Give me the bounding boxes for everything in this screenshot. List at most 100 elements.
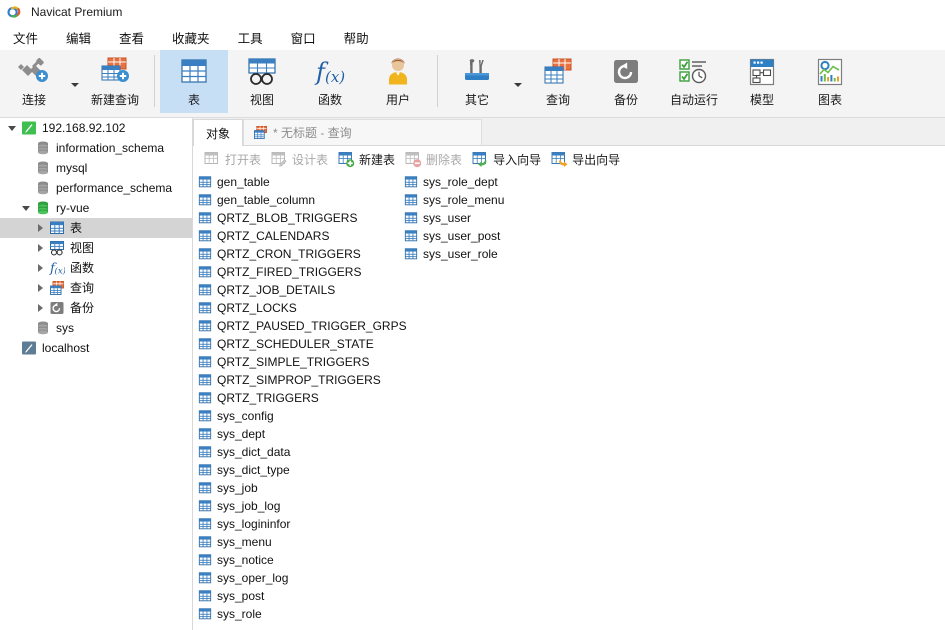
table-list-item[interactable]: sys_config bbox=[196, 407, 407, 425]
tree-node-label: ry-vue bbox=[56, 201, 90, 215]
connection-tree-sidebar[interactable]: 192.168.92.102 information_schema mysql bbox=[0, 118, 193, 630]
connection-inactive-icon bbox=[20, 340, 37, 357]
table-list-item[interactable]: sys_post bbox=[196, 587, 407, 605]
table-list-item[interactable]: sys_job bbox=[196, 479, 407, 497]
tab-untitled-query[interactable]: * 无标题 - 查询 bbox=[243, 119, 483, 145]
table-list-item[interactable]: QRTZ_SIMPLE_TRIGGERS bbox=[196, 353, 407, 371]
tree-node-label: information_schema bbox=[56, 141, 165, 155]
toolbar-automation[interactable]: 自动运行 bbox=[660, 50, 728, 113]
toolbar-chart[interactable]: 图表 bbox=[796, 50, 864, 113]
table-list-item[interactable]: sys_dict_data bbox=[196, 443, 407, 461]
table-icon bbox=[198, 535, 212, 549]
table-list-item[interactable]: sys_logininfor bbox=[196, 515, 407, 533]
menu-file[interactable]: 文件 bbox=[4, 25, 47, 50]
table-list-item[interactable]: gen_table_column bbox=[196, 191, 407, 209]
table-list-item[interactable]: sys_role_menu bbox=[402, 191, 504, 209]
connection-active-icon bbox=[20, 120, 37, 137]
table-list-item[interactable]: sys_oper_log bbox=[196, 569, 407, 587]
toolbar-new-query[interactable]: 新建查询 bbox=[81, 50, 149, 113]
table-list-item[interactable]: sys_role_dept bbox=[402, 173, 504, 191]
table-list-item[interactable]: sys_notice bbox=[196, 551, 407, 569]
table-name-label: QRTZ_PAUSED_TRIGGER_GRPS bbox=[217, 319, 407, 333]
toolbar-view[interactable]: 视图 bbox=[228, 50, 296, 113]
chevron-down-icon[interactable] bbox=[68, 50, 81, 113]
table-list-item[interactable]: sys_menu bbox=[196, 533, 407, 551]
table-list-item[interactable]: QRTZ_TRIGGERS bbox=[196, 389, 407, 407]
table-list-item[interactable]: QRTZ_CRON_TRIGGERS bbox=[196, 245, 407, 263]
toolbar-other[interactable]: 其它 bbox=[443, 50, 511, 113]
tree-node-views[interactable]: 视图 bbox=[0, 238, 192, 258]
tree-node-label: localhost bbox=[42, 341, 90, 355]
table-list-item[interactable]: QRTZ_SCHEDULER_STATE bbox=[196, 335, 407, 353]
table-list-item[interactable]: sys_user_role bbox=[402, 245, 504, 263]
table-name-label: sys_dept bbox=[217, 427, 266, 441]
toolbar-backup[interactable]: 备份 bbox=[592, 50, 660, 113]
tree-db-ry-vue[interactable]: ry-vue bbox=[0, 198, 192, 218]
tree-db-mysql[interactable]: mysql bbox=[0, 158, 192, 178]
table-list-item[interactable]: QRTZ_CALENDARS bbox=[196, 227, 407, 245]
menu-help[interactable]: 帮助 bbox=[335, 25, 378, 50]
tree-db-information-schema[interactable]: information_schema bbox=[0, 138, 192, 158]
table-list-item[interactable]: gen_table bbox=[196, 173, 407, 191]
table-icon bbox=[198, 319, 212, 333]
menu-edit[interactable]: 编辑 bbox=[57, 25, 100, 50]
chevron-right-icon[interactable] bbox=[32, 238, 48, 258]
table-list[interactable]: gen_table gen_table_column QRTZ_BLOB_TRI… bbox=[193, 173, 945, 630]
chevron-down-icon[interactable] bbox=[4, 118, 20, 138]
tab-label: * 无标题 - 查询 bbox=[273, 126, 352, 140]
table-list-item[interactable]: QRTZ_JOB_DETAILS bbox=[196, 281, 407, 299]
tree-node-tables[interactable]: 表 bbox=[0, 218, 192, 238]
chevron-right-icon[interactable] bbox=[32, 278, 48, 298]
chevron-down-icon[interactable] bbox=[511, 50, 524, 113]
tree-node-functions[interactable]: f (x) 函数 bbox=[0, 258, 192, 278]
table-icon bbox=[404, 247, 418, 261]
tree-connection-192-168-92-102[interactable]: 192.168.92.102 bbox=[0, 118, 192, 138]
table-list-item[interactable]: sys_dept bbox=[196, 425, 407, 443]
toolbar-query[interactable]: 查询 bbox=[524, 50, 592, 113]
table-list-item[interactable]: QRTZ_PAUSED_TRIGGER_GRPS bbox=[196, 317, 407, 335]
tree-db-performance-schema[interactable]: performance_schema bbox=[0, 178, 192, 198]
user-icon bbox=[381, 55, 415, 88]
tree-db-sys[interactable]: sys bbox=[0, 318, 192, 338]
chevron-right-icon[interactable] bbox=[32, 218, 48, 238]
tree-connection-localhost[interactable]: localhost bbox=[0, 338, 192, 358]
tree-node-backups[interactable]: 备份 bbox=[0, 298, 192, 318]
menu-favorites[interactable]: 收藏夹 bbox=[163, 25, 219, 50]
table-list-item[interactable]: sys_role bbox=[196, 605, 407, 623]
action-import-wizard[interactable]: 导入向导 bbox=[467, 148, 546, 170]
table-name-label: sys_config bbox=[217, 409, 274, 423]
action-new-table[interactable]: 新建表 bbox=[333, 148, 400, 170]
table-list-item[interactable]: sys_user bbox=[402, 209, 504, 227]
query-icon bbox=[252, 125, 268, 141]
table-icon bbox=[198, 355, 212, 369]
tree-node-queries[interactable]: 查询 bbox=[0, 278, 192, 298]
table-list-item[interactable]: QRTZ_BLOB_TRIGGERS bbox=[196, 209, 407, 227]
table-list-item[interactable]: sys_job_log bbox=[196, 497, 407, 515]
toolbar-connection[interactable]: 连接 bbox=[0, 50, 68, 113]
toolbar-user[interactable]: 用户 bbox=[364, 50, 432, 113]
table-list-item[interactable]: sys_dict_type bbox=[196, 461, 407, 479]
toolbar-button-label: 连接 bbox=[21, 93, 46, 107]
menu-window[interactable]: 窗口 bbox=[282, 25, 325, 50]
menu-tools[interactable]: 工具 bbox=[229, 25, 272, 50]
table-list-item[interactable]: QRTZ_LOCKS bbox=[196, 299, 407, 317]
table-list-item[interactable]: QRTZ_SIMPROP_TRIGGERS bbox=[196, 371, 407, 389]
new-query-icon bbox=[98, 55, 132, 88]
toolbar-function[interactable]: f (x) 函数 bbox=[296, 50, 364, 113]
toolbar-button-label: 自动运行 bbox=[669, 93, 718, 107]
table-list-item[interactable]: QRTZ_FIRED_TRIGGERS bbox=[196, 263, 407, 281]
toolbar-model[interactable]: 模型 bbox=[728, 50, 796, 113]
tab-objects[interactable]: 对象 bbox=[193, 119, 244, 146]
chevron-down-icon[interactable] bbox=[18, 198, 34, 218]
chevron-right-icon[interactable] bbox=[32, 258, 48, 278]
tab-label: 对象 bbox=[206, 126, 231, 141]
action-button-label: 导入向导 bbox=[493, 152, 542, 167]
tree-node-label: 备份 bbox=[70, 301, 95, 315]
table-icon bbox=[198, 607, 212, 621]
table-name-label: QRTZ_BLOB_TRIGGERS bbox=[217, 211, 358, 225]
menu-view[interactable]: 查看 bbox=[110, 25, 153, 50]
table-list-item[interactable]: sys_user_post bbox=[402, 227, 504, 245]
action-export-wizard[interactable]: 导出向导 bbox=[546, 148, 625, 170]
chevron-right-icon[interactable] bbox=[32, 298, 48, 318]
toolbar-table[interactable]: 表 bbox=[160, 50, 228, 113]
